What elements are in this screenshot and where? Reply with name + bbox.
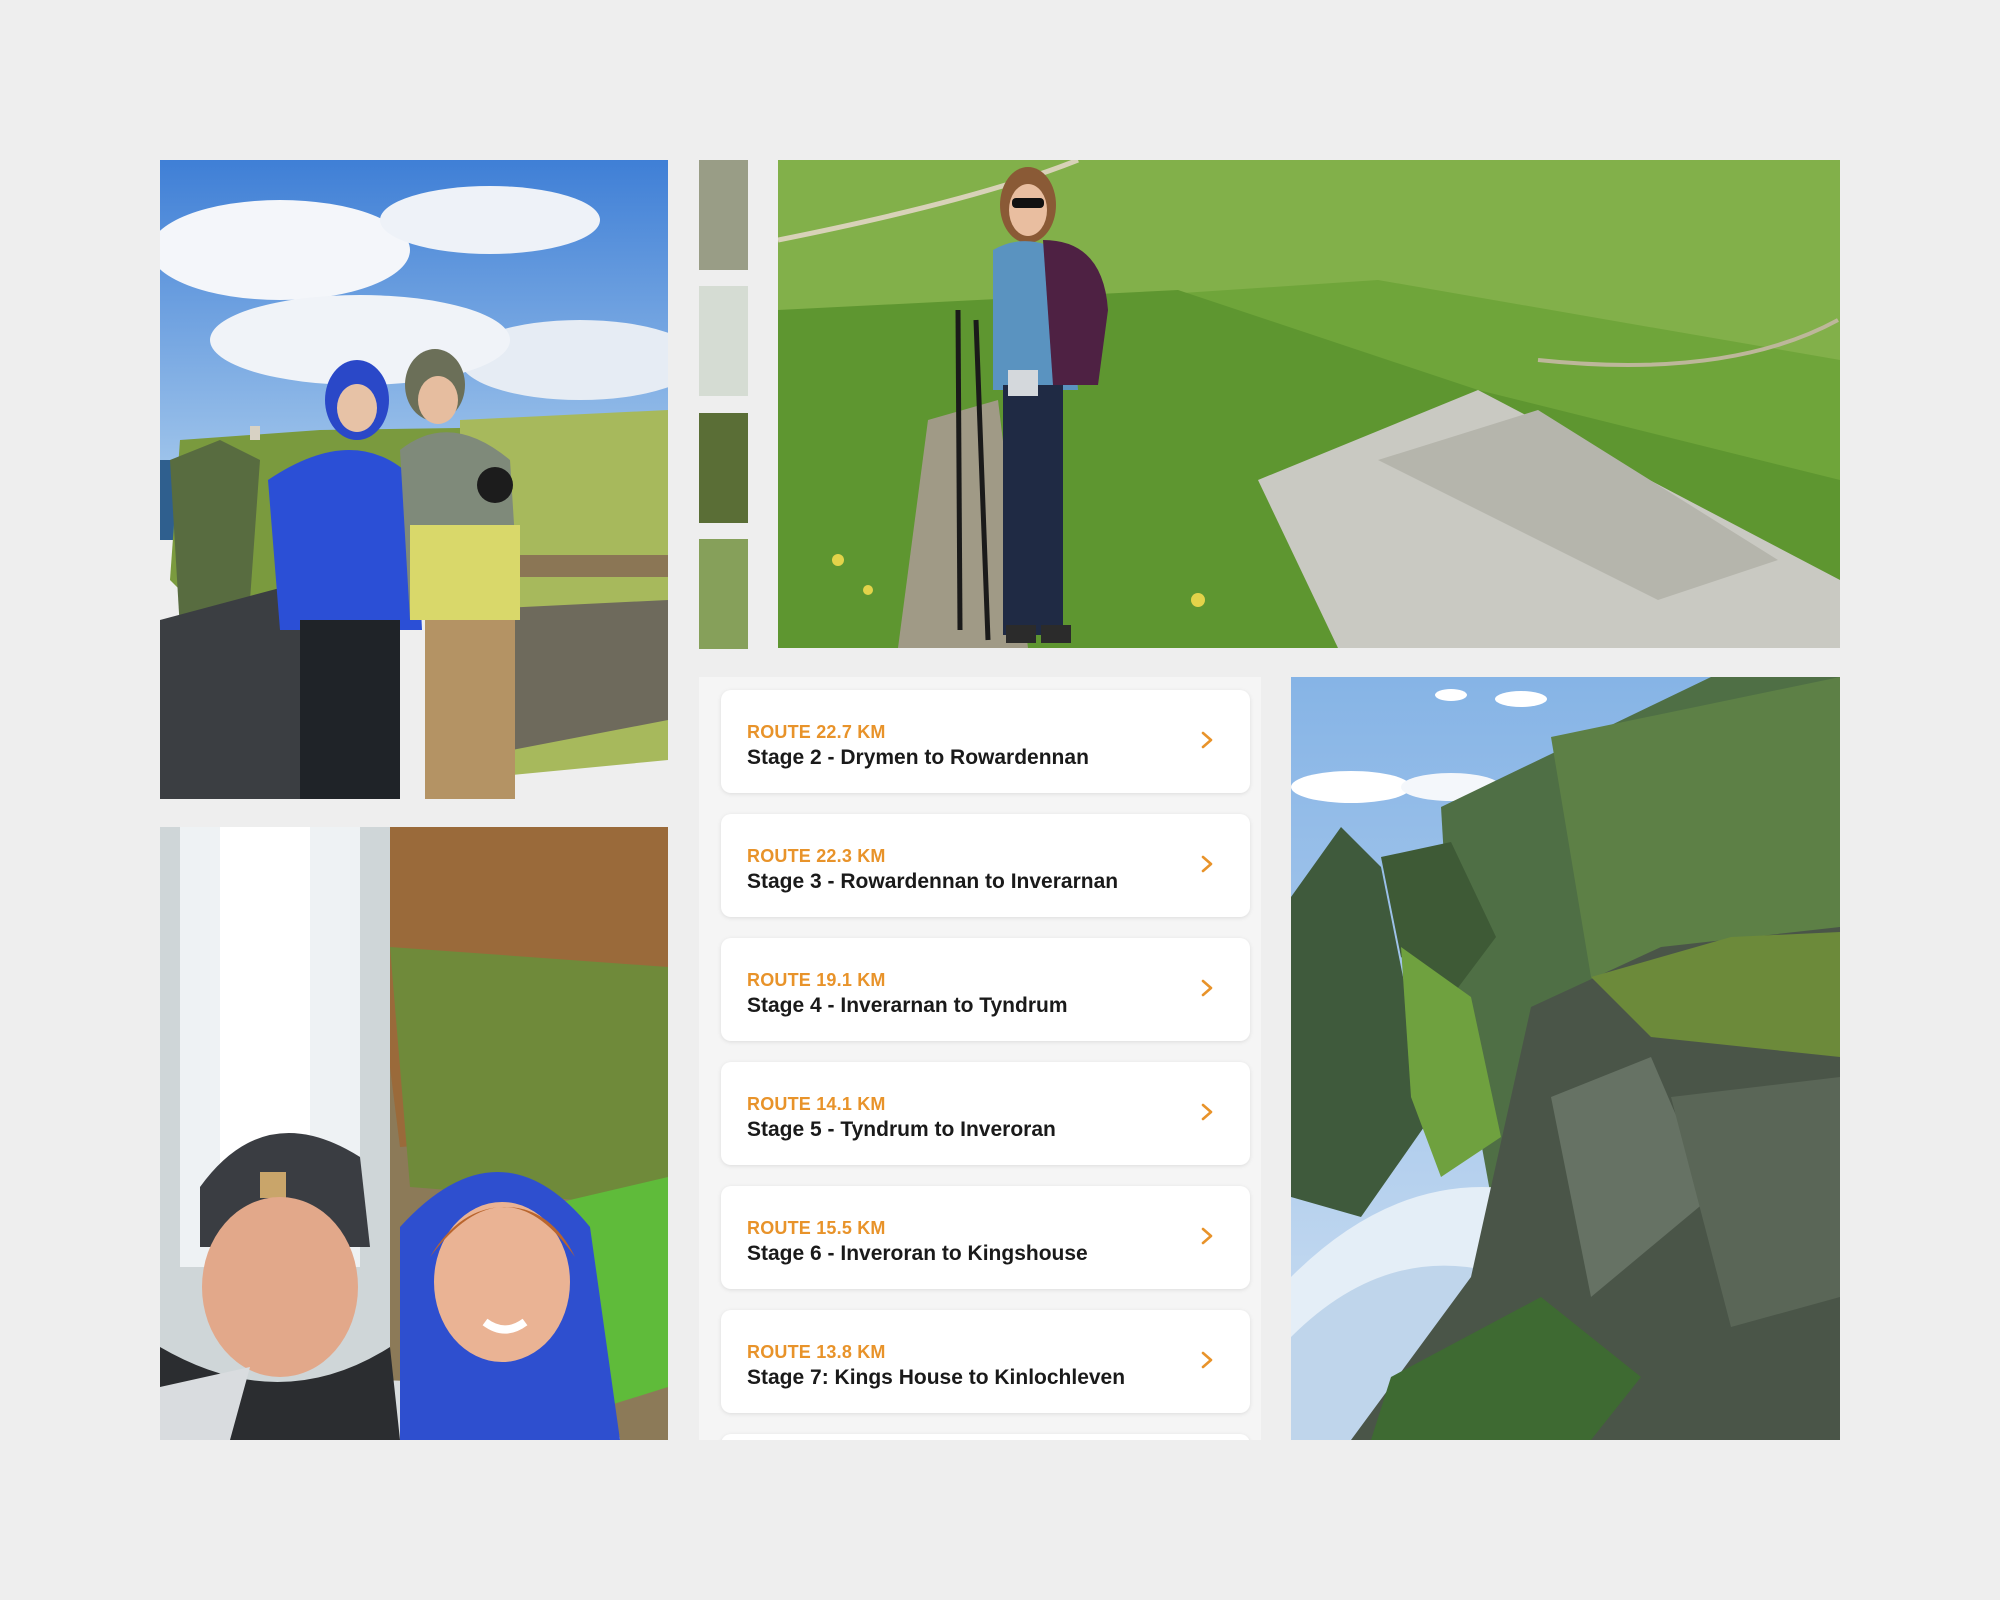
- hiker-on-trail-photo: [778, 160, 1840, 648]
- couple-on-cliffs-photo: [160, 160, 668, 799]
- route-card-stage-3[interactable]: ROUTE 22.3 KM Stage 3 - Rowardennan to I…: [721, 814, 1250, 917]
- palette-swatch-gray-olive: [699, 160, 748, 270]
- chevron-right-icon: [1201, 979, 1213, 997]
- route-distance: ROUTE 22.7 KM: [747, 722, 886, 742]
- route-title: Stage 4 - Inverarnan to Tyndrum: [747, 994, 1068, 1017]
- chevron-right-icon: [1201, 1227, 1213, 1245]
- chevron-right-icon: [1201, 1351, 1213, 1369]
- route-distance: ROUTE 22.3 KM: [747, 846, 886, 866]
- waterfall-selfie-photo: [160, 827, 668, 1440]
- route-distance: ROUTE 13.8 KM: [747, 1342, 886, 1362]
- mountain-cliffs-photo: [1291, 677, 1840, 1440]
- route-card-stage-2[interactable]: ROUTE 22.7 KM Stage 2 - Drymen to Roward…: [721, 690, 1250, 793]
- palette-swatch-moss-green: [699, 539, 748, 649]
- chevron-right-icon: [1201, 731, 1213, 749]
- route-card-next-partial[interactable]: [721, 1434, 1250, 1440]
- route-title: Stage 6 - Inveroran to Kingshouse: [747, 1242, 1088, 1265]
- palette-swatch-pale-sage: [699, 286, 748, 396]
- palette-swatch-dark-olive: [699, 413, 748, 523]
- route-title: Stage 7: Kings House to Kinlochleven: [747, 1366, 1126, 1389]
- route-list[interactable]: ROUTE 22.7 KM Stage 2 - Drymen to Roward…: [699, 677, 1261, 1440]
- chevron-right-icon: [1201, 855, 1213, 873]
- route-card-stage-5[interactable]: ROUTE 14.1 KM Stage 5 - Tyndrum to Inver…: [721, 1062, 1250, 1165]
- route-card-stage-4[interactable]: ROUTE 19.1 KM Stage 4 - Inverarnan to Ty…: [721, 938, 1250, 1041]
- route-title: Stage 3 - Rowardennan to Inverarnan: [747, 870, 1119, 893]
- route-card-stage-7[interactable]: ROUTE 13.8 KM Stage 7: Kings House to Ki…: [721, 1310, 1250, 1413]
- route-distance: ROUTE 19.1 KM: [747, 970, 886, 990]
- route-title: Stage 5 - Tyndrum to Inveroran: [747, 1118, 1056, 1141]
- route-title: Stage 2 - Drymen to Rowardennan: [747, 746, 1089, 769]
- route-distance: ROUTE 15.5 KM: [747, 1218, 886, 1238]
- chevron-right-icon: [1201, 1103, 1213, 1121]
- route-distance: ROUTE 14.1 KM: [747, 1094, 886, 1114]
- route-card-stage-6[interactable]: ROUTE 15.5 KM Stage 6 - Inveroran to Kin…: [721, 1186, 1250, 1289]
